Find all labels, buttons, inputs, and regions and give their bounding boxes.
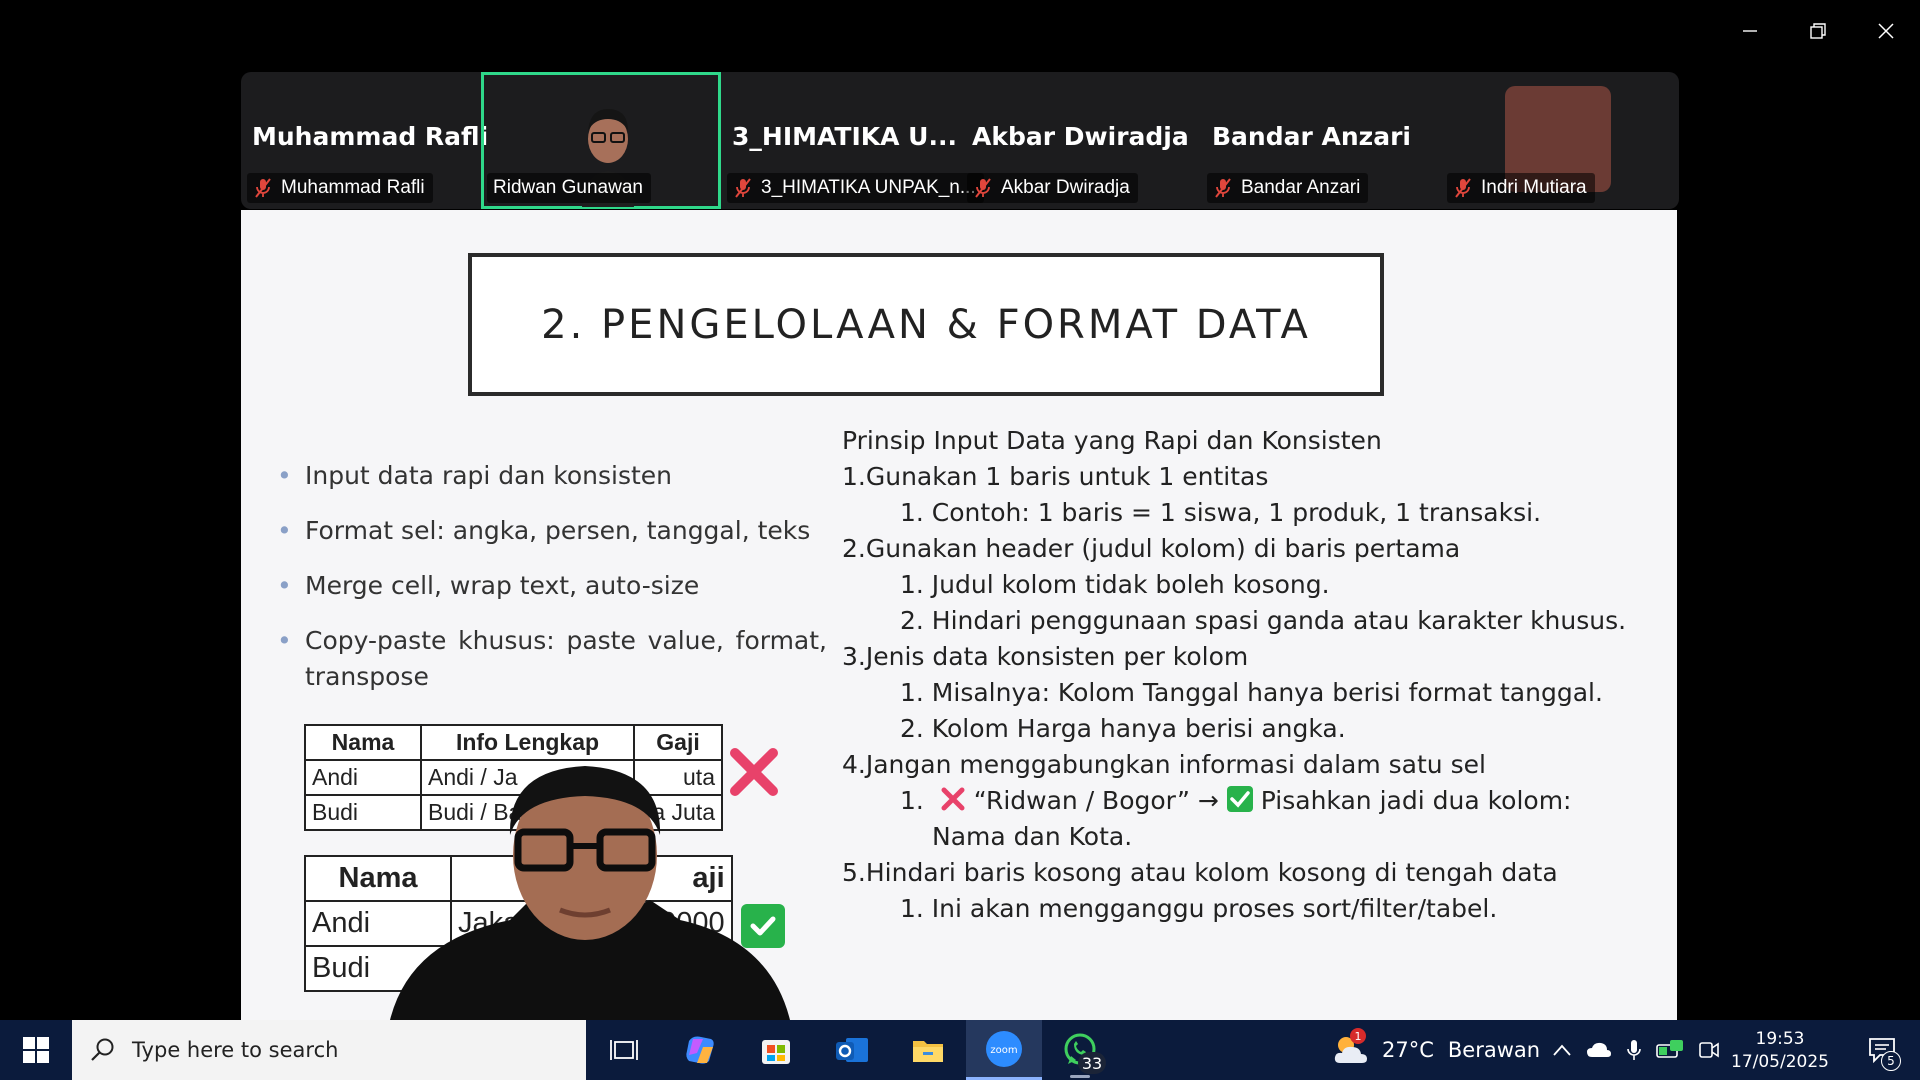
- taskbar: Type here to search zoom 33 1 27°C Beraw…: [0, 1020, 1920, 1080]
- participant-tile[interactable]: Indri Mutiara: [1441, 72, 1681, 209]
- clock-date: 17/05/2025: [1731, 1052, 1829, 1072]
- participant-label: Bandar Anzari: [1207, 173, 1369, 203]
- participant-label-text: Indri Mutiara: [1481, 177, 1587, 198]
- bullet-list: Input data rapi dan konsisten Format sel…: [277, 458, 827, 714]
- whatsapp-app[interactable]: 33: [1042, 1020, 1118, 1080]
- participant-label-text: Muhammad Rafli: [281, 177, 425, 198]
- participant-name: 3_HIMATIKA U...: [732, 122, 957, 151]
- copilot-app[interactable]: [662, 1020, 738, 1080]
- check-mark-icon: [1226, 786, 1253, 812]
- principle-subitem: 1. Misalnya: Kolom Tanggal hanya berisi …: [900, 678, 1603, 707]
- principle-subitem: 1. Contoh: 1 baris = 1 siswa, 1 produk, …: [900, 498, 1542, 527]
- outlook-app[interactable]: [814, 1020, 890, 1080]
- participant-tile[interactable]: Muhammad Rafli Muhammad Rafli: [241, 72, 488, 209]
- file-explorer-app[interactable]: [890, 1020, 966, 1080]
- presenter-webcam: [390, 766, 790, 1020]
- window-controls: [1716, 0, 1920, 62]
- taskbar-search[interactable]: Type here to search: [72, 1020, 586, 1080]
- principles-heading: Prinsip Input Data yang Rapi dan Konsist…: [842, 426, 1382, 455]
- principle-subitem-continuation: Nama dan Kota.: [932, 822, 1133, 851]
- example-wrong: “Ridwan / Bogor” →: [973, 786, 1219, 815]
- participant-label: Muhammad Rafli: [247, 173, 433, 203]
- weather-alert-badge: 1: [1350, 1028, 1366, 1044]
- svg-text:zoom: zoom: [990, 1045, 1017, 1056]
- participant-label: 3_HIMATIKA UNPAK_n...: [727, 173, 984, 203]
- principle-item: 2.Gunakan header (judul kolom) di baris …: [842, 534, 1461, 563]
- participant-tile-active[interactable]: Ridwan Gunawan: [481, 72, 721, 209]
- system-tray: [1552, 1020, 1720, 1080]
- task-view-button[interactable]: [586, 1020, 662, 1080]
- participant-name: Bandar Anzari: [1212, 122, 1411, 151]
- principle-subitem: 1. “Ridwan / Bogor” → Pisahkan jadi dua …: [842, 783, 1662, 819]
- participant-strip: Muhammad Rafli Muhammad Rafli Ridwan Gun…: [241, 72, 1679, 209]
- slide-title: 2. PENGELOLAAN & FORMAT DATA: [541, 301, 1311, 348]
- minimize-button[interactable]: [1716, 0, 1784, 62]
- participant-tile[interactable]: 3_HIMATIKA U... 3_HIMATIKA UNPAK_n...: [721, 72, 984, 209]
- participant-label: Akbar Dwiradja: [967, 173, 1138, 203]
- meet-now-icon[interactable]: [1698, 1039, 1720, 1061]
- search-placeholder: Type here to search: [132, 1038, 339, 1062]
- principle-item: 4.Jangan menggabungkan informasi dalam s…: [842, 750, 1486, 779]
- windows-icon: [23, 1037, 49, 1063]
- notification-center-button[interactable]: 5: [1857, 1020, 1907, 1080]
- principle-subitem: 1. Judul kolom tidak boleh kosong.: [900, 570, 1330, 599]
- notification-badge: 33: [1078, 1052, 1106, 1074]
- principle-subitem: 2. Kolom Harga hanya berisi angka.: [900, 714, 1346, 743]
- task-view-icon: [610, 1040, 638, 1060]
- mic-muted-icon: [1455, 178, 1471, 198]
- participant-label-text: Ridwan Gunawan: [493, 177, 643, 198]
- principle-item: 3.Jenis data konsisten per kolom: [842, 642, 1249, 671]
- bullet-item: Input data rapi dan konsisten: [277, 458, 827, 494]
- weather-condition: Berawan: [1447, 1038, 1541, 1062]
- participant-name: Muhammad Rafli: [252, 122, 489, 151]
- principle-item: 1.Gunakan 1 baris untuk 1 entitas: [842, 462, 1269, 491]
- bullet-item: Merge cell, wrap text, auto-size: [277, 568, 827, 604]
- participant-name: Akbar Dwiradja: [972, 122, 1189, 151]
- weather-widget[interactable]: 1 27°C Berawan: [1332, 1020, 1540, 1080]
- zoom-app[interactable]: zoom: [966, 1020, 1042, 1080]
- start-button[interactable]: [0, 1020, 72, 1080]
- notification-count: 5: [1881, 1051, 1901, 1071]
- participant-tile[interactable]: Bandar Anzari Bandar Anzari: [1201, 72, 1441, 209]
- bullet-item: Format sel: angka, persen, tanggal, teks: [277, 513, 827, 549]
- outlook-icon: [836, 1038, 868, 1062]
- cross-mark-icon: [941, 787, 965, 811]
- mic-muted-icon: [735, 178, 751, 198]
- example-right: Pisahkan jadi dua kolom:: [1260, 786, 1572, 815]
- principle-subitem: 1. Ini akan mengganggu proses sort/filte…: [900, 894, 1498, 923]
- participant-label-text: Akbar Dwiradja: [1001, 177, 1130, 198]
- minimize-icon: [1743, 30, 1757, 32]
- slide-title-box: 2. PENGELOLAAN & FORMAT DATA: [468, 253, 1384, 396]
- participant-label-text: Bandar Anzari: [1241, 177, 1361, 198]
- participant-label: Ridwan Gunawan: [487, 173, 651, 203]
- participant-tile[interactable]: Akbar Dwiradja Akbar Dwiradja: [961, 72, 1201, 209]
- search-icon: [91, 1038, 114, 1061]
- mic-muted-icon: [975, 178, 991, 198]
- copilot-icon: [686, 1036, 714, 1064]
- chevron-up-icon[interactable]: [1552, 1043, 1572, 1057]
- system-clock[interactable]: 19:53 17/05/2025: [1730, 1028, 1830, 1074]
- participant-label-text: 3_HIMATIKA UNPAK_n...: [761, 177, 976, 198]
- restore-button[interactable]: [1784, 0, 1852, 62]
- mic-muted-icon: [1215, 178, 1231, 198]
- onedrive-cloud-icon[interactable]: [1586, 1041, 1612, 1059]
- close-button[interactable]: [1852, 0, 1920, 62]
- principles-text: Prinsip Input Data yang Rapi dan Konsist…: [842, 423, 1662, 927]
- subitem-number: 1.: [900, 786, 924, 815]
- principle-item: 5.Hindari baris kosong atau kolom kosong…: [842, 858, 1558, 887]
- battery-charging-icon[interactable]: [1656, 1039, 1684, 1061]
- temperature: 27°C: [1382, 1038, 1434, 1062]
- principle-subitem: 2. Hindari penggunaan spasi ganda atau k…: [900, 606, 1627, 635]
- restore-icon: [1810, 23, 1826, 39]
- microphone-icon[interactable]: [1626, 1038, 1642, 1062]
- mic-muted-icon: [255, 178, 271, 198]
- clock-time: 19:53: [1755, 1029, 1805, 1049]
- participant-label: Indri Mutiara: [1447, 173, 1595, 203]
- bullet-item: Copy-paste khusus: paste value, format, …: [277, 623, 827, 695]
- zoom-icon: zoom: [986, 1030, 1022, 1067]
- microsoft-store-app[interactable]: [738, 1020, 814, 1080]
- close-icon: [1878, 23, 1894, 39]
- folder-icon: [913, 1041, 943, 1062]
- store-icon: [762, 1040, 790, 1064]
